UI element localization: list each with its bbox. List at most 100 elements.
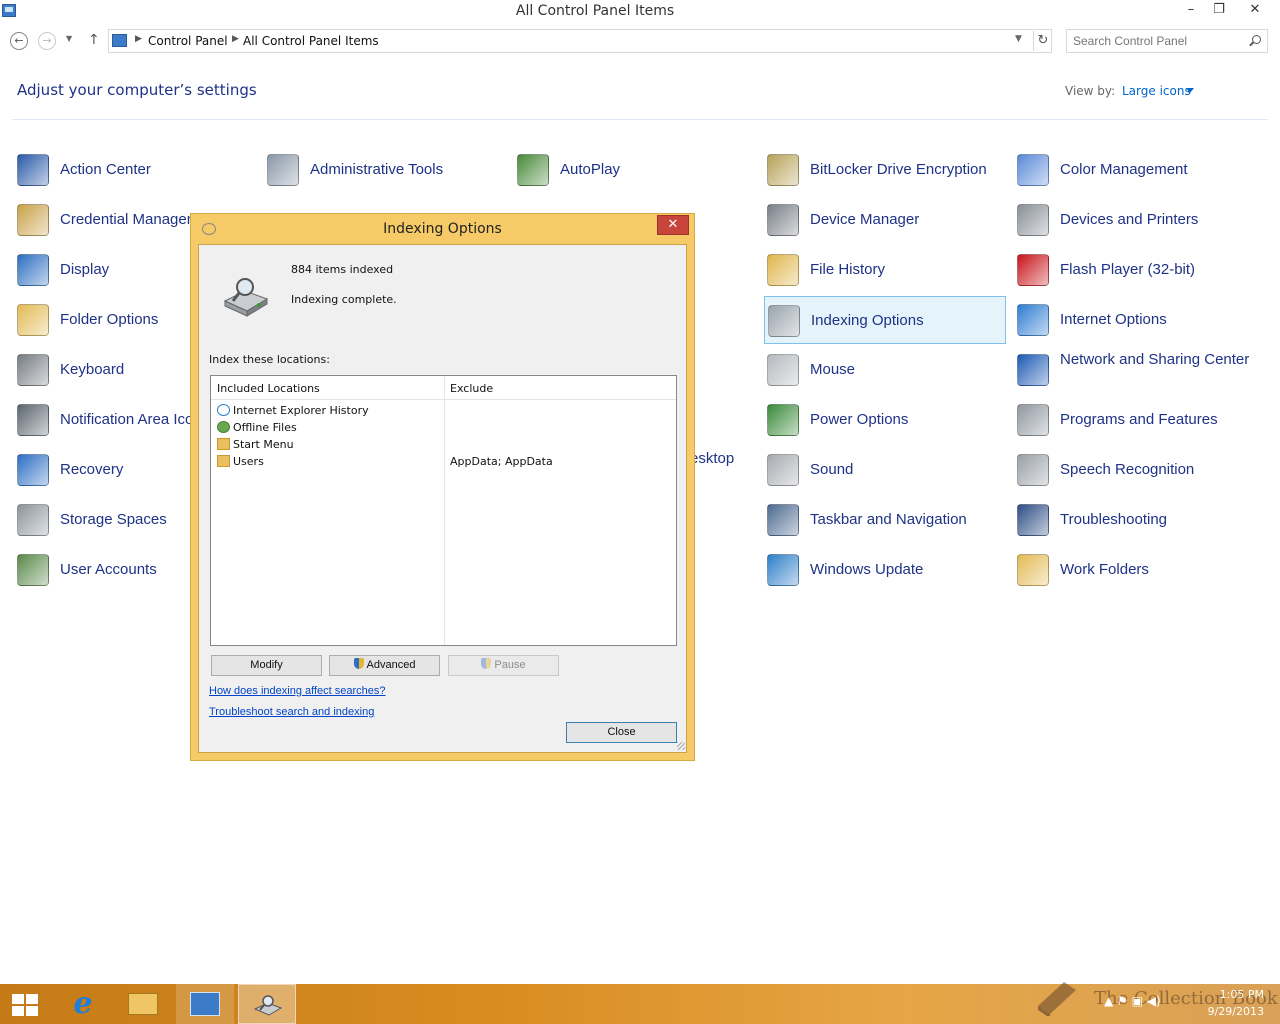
control-panel-item-label: Mouse xyxy=(810,361,856,378)
control-panel-item-label: Color Management xyxy=(1060,161,1188,178)
refresh-button[interactable]: ↻ xyxy=(1033,31,1052,51)
resize-grip[interactable] xyxy=(677,742,685,750)
flash-icon xyxy=(1017,254,1049,286)
close-window-button[interactable]: ✕ xyxy=(1240,0,1270,22)
chevron-down-icon[interactable] xyxy=(1186,88,1194,93)
control-panel-item-label: Network and Sharing Center xyxy=(1060,351,1250,368)
control-panel-item-windows-update[interactable]: Windows Update xyxy=(764,546,1006,594)
taskbar-icon xyxy=(767,504,799,536)
system-tray-icons[interactable]: ▲ ⚑ ▣ ◀) xyxy=(1104,994,1161,1008)
control-panel-item-autoplay[interactable]: AutoPlay xyxy=(514,146,756,194)
search-icon[interactable] xyxy=(1252,35,1261,44)
breadcrumb-separator-icon[interactable]: ▶ xyxy=(135,34,142,44)
table-row[interactable]: Start Menu xyxy=(211,436,676,453)
control-panel-item-administrative-tools[interactable]: Administrative Tools xyxy=(264,146,506,194)
flag-icon xyxy=(17,154,49,186)
control-panel-item-flash-player-32-bit[interactable]: Flash Player (32-bit) xyxy=(1014,246,1256,294)
control-panel-item-network-and-sharing-center[interactable]: Network and Sharing Center xyxy=(1014,346,1256,394)
control-panel-item-label: BitLocker Drive Encryption xyxy=(810,161,987,178)
control-panel-item-label: Flash Player (32-bit) xyxy=(1060,261,1196,278)
display-icon xyxy=(17,254,49,286)
indexed-count: 884 items indexed xyxy=(291,263,394,276)
modify-button[interactable]: Modify xyxy=(211,655,322,676)
table-row[interactable]: Offline Files xyxy=(211,419,676,436)
breadcrumb-all-items[interactable]: All Control Panel Items xyxy=(243,34,379,48)
dialog-close-action-button[interactable]: Close xyxy=(566,722,677,743)
control-panel-item-label: File History xyxy=(810,261,886,278)
bitlocker-icon xyxy=(767,154,799,186)
table-row[interactable]: Users AppData; AppData xyxy=(211,453,676,470)
minimize-button[interactable]: – xyxy=(1176,0,1206,22)
search-input[interactable] xyxy=(1073,33,1243,49)
control-panel-item-power-options[interactable]: Power Options xyxy=(764,396,1006,444)
ie-icon xyxy=(217,404,230,416)
dialog-close-button[interactable]: ✕ xyxy=(657,215,689,235)
troubleshooting-icon xyxy=(1017,504,1049,536)
back-button[interactable]: ← xyxy=(10,32,28,50)
control-panel-item-label: Sound xyxy=(810,461,854,478)
control-panel-item-color-management[interactable]: Color Management xyxy=(1014,146,1256,194)
control-panel-icon xyxy=(112,34,127,47)
recent-locations-dropdown[interactable]: ▼ xyxy=(66,34,72,43)
control-panel-icon xyxy=(190,992,220,1016)
update-icon xyxy=(767,554,799,586)
forward-button[interactable]: → xyxy=(38,32,56,50)
control-panel-item-action-center[interactable]: Action Center xyxy=(14,146,256,194)
control-panel-item-label: Indexing Options xyxy=(811,312,924,329)
view-by-dropdown[interactable]: Large icons xyxy=(1122,84,1191,98)
power-icon xyxy=(767,404,799,436)
chevron-down-icon[interactable]: ▼ xyxy=(1015,34,1022,44)
advanced-button[interactable]: Advanced xyxy=(329,655,440,676)
exclude-value: AppData; AppData xyxy=(450,455,553,468)
start-button[interactable] xyxy=(0,984,58,1024)
control-panel-item-mouse[interactable]: Mouse xyxy=(764,346,1006,394)
partially-hidden-item-label[interactable]: esktop xyxy=(690,450,734,467)
locations-table[interactable]: Included Locations Exclude Internet Expl… xyxy=(210,375,677,646)
control-panel-item-speech-recognition[interactable]: Speech Recognition xyxy=(1014,446,1256,494)
dialog-title: Indexing Options xyxy=(383,221,502,237)
address-bar[interactable]: ▶ Control Panel ▶ All Control Panel Item… xyxy=(108,29,1052,53)
watermark-book-icon xyxy=(1038,982,1076,1016)
taskbar-file-explorer[interactable] xyxy=(114,984,172,1024)
troubleshoot-link[interactable]: Troubleshoot search and indexing xyxy=(209,706,374,718)
maximize-button[interactable]: ❐ xyxy=(1204,0,1234,22)
taskbar-internet-explorer[interactable]: e xyxy=(52,984,110,1024)
window-title: All Control Panel Items xyxy=(515,3,675,19)
programs-icon xyxy=(1017,404,1049,436)
control-panel-item-indexing-options[interactable]: Indexing Options xyxy=(764,296,1006,344)
control-panel-item-file-history[interactable]: File History xyxy=(764,246,1006,294)
index-locations-label: Index these locations: xyxy=(209,353,330,366)
network-icon xyxy=(1017,354,1049,386)
breadcrumb-control-panel[interactable]: Control Panel xyxy=(148,34,228,48)
column-header-included[interactable]: Included Locations xyxy=(217,382,320,395)
how-indexing-link[interactable]: How does indexing affect searches? xyxy=(209,685,386,697)
view-by-label: View by: xyxy=(1065,84,1116,98)
search-box[interactable] xyxy=(1066,29,1268,53)
control-panel-item-troubleshooting[interactable]: Troubleshooting xyxy=(1014,496,1256,544)
control-panel-item-bitlocker-drive-encryption[interactable]: BitLocker Drive Encryption xyxy=(764,146,1006,194)
control-panel-item-work-folders[interactable]: Work Folders xyxy=(1014,546,1256,594)
control-panel-item-device-manager[interactable]: Device Manager xyxy=(764,196,1006,244)
table-row[interactable]: Internet Explorer History xyxy=(211,402,676,419)
control-panel-item-internet-options[interactable]: Internet Options xyxy=(1014,296,1256,344)
control-panel-item-programs-and-features[interactable]: Programs and Features xyxy=(1014,396,1256,444)
taskbar-control-panel[interactable] xyxy=(176,984,234,1024)
clock-date[interactable]: 9/29/2013 xyxy=(1200,1005,1264,1018)
admin-tools-icon xyxy=(267,154,299,186)
control-panel-item-sound[interactable]: Sound xyxy=(764,446,1006,494)
up-button[interactable]: ↑ xyxy=(88,32,100,48)
internet-explorer-icon: e xyxy=(73,986,93,1021)
control-panel-item-label: Action Center xyxy=(60,161,151,178)
control-panel-item-taskbar-and-navigation[interactable]: Taskbar and Navigation xyxy=(764,496,1006,544)
taskbar-indexing-options[interactable] xyxy=(238,984,296,1024)
indexing-drive-icon xyxy=(223,278,269,317)
column-header-exclude[interactable]: Exclude xyxy=(450,382,493,395)
indexing-options-dialog: Indexing Options ✕ 884 items indexed Ind… xyxy=(190,213,695,761)
title-bar: All Control Panel Items – ❐ ✕ xyxy=(0,0,1280,24)
control-panel-item-label: AutoPlay xyxy=(560,161,621,178)
location-name: Users xyxy=(233,455,264,468)
clock-time[interactable]: 1:05 PM xyxy=(1216,988,1264,1001)
header-divider xyxy=(12,119,1268,120)
breadcrumb-separator-icon[interactable]: ▶ xyxy=(232,34,239,44)
control-panel-item-devices-and-printers[interactable]: Devices and Printers xyxy=(1014,196,1256,244)
